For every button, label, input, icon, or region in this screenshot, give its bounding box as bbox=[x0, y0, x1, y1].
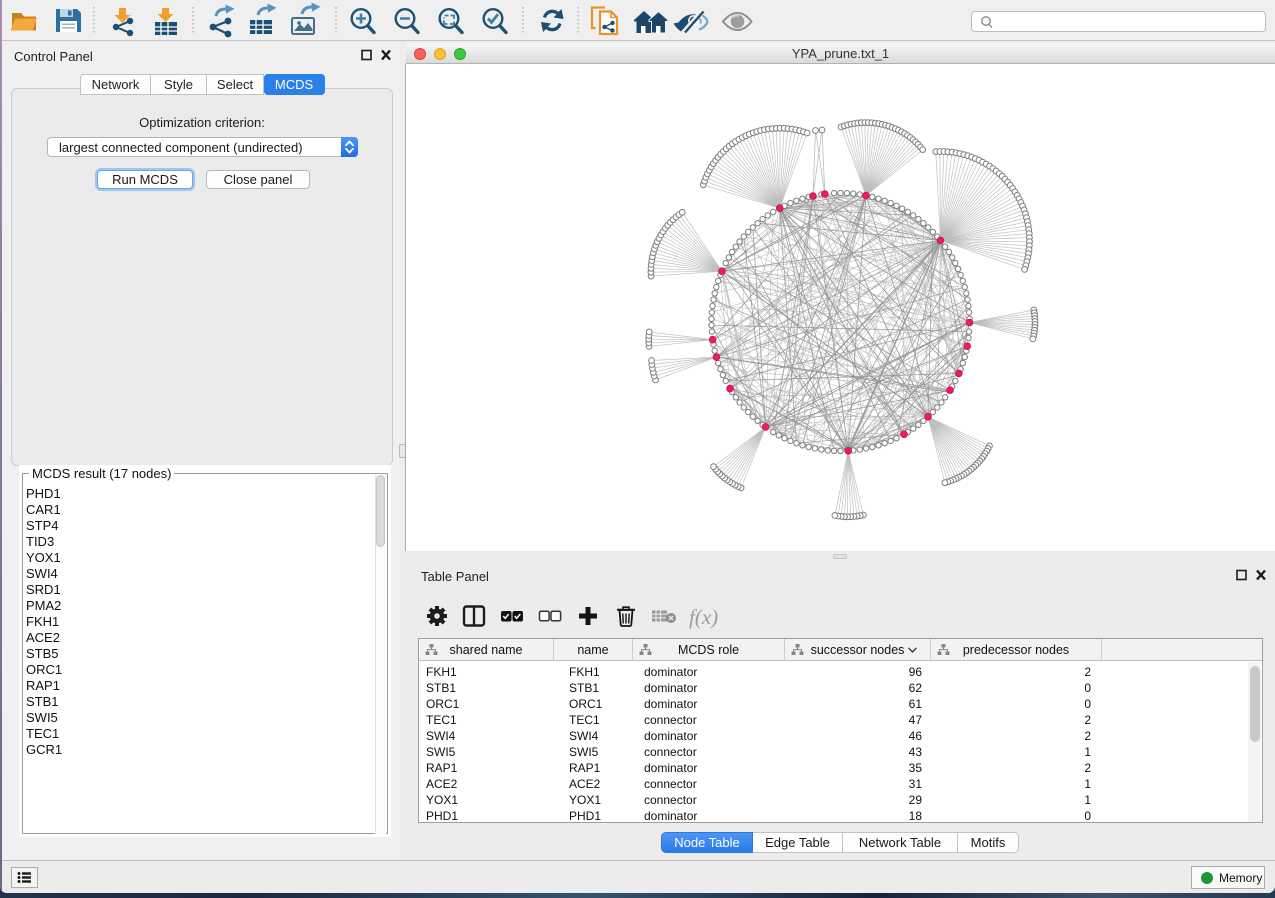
svg-text:f(x): f(x) bbox=[689, 605, 718, 629]
